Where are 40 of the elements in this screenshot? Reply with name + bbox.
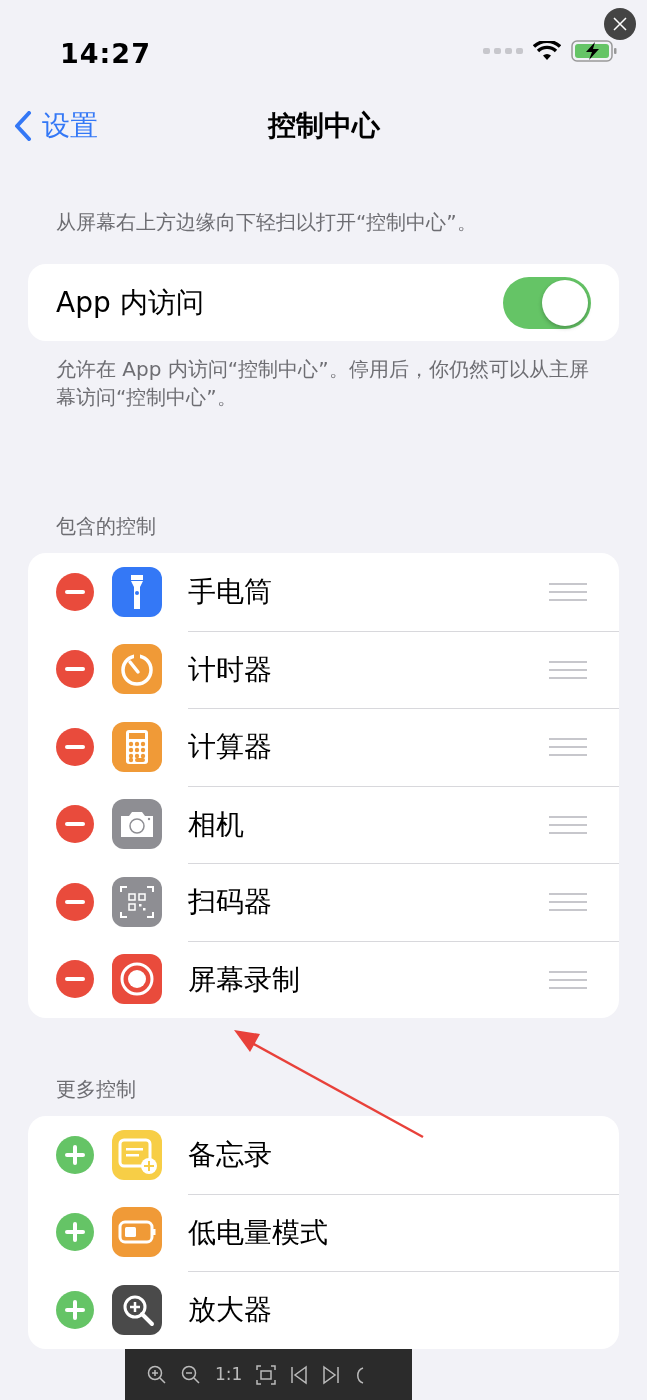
section-header: 更多控制	[55, 1076, 137, 1103]
battery-charging-icon	[571, 40, 617, 62]
fit-screen-icon[interactable]	[256, 1364, 277, 1385]
control-label: 放大器	[188, 1292, 272, 1329]
back-button[interactable]: 设置	[0, 105, 98, 147]
next-icon[interactable]	[322, 1364, 341, 1385]
close-icon	[613, 17, 627, 31]
close-button[interactable]	[604, 8, 636, 40]
zoom-in-icon[interactable]	[147, 1364, 167, 1385]
status-time: 14:27	[60, 37, 151, 71]
control-label: 手电筒	[188, 573, 272, 610]
control-label: 计算器	[188, 729, 272, 766]
back-chevron-icon	[14, 111, 32, 141]
setting-label: App 内访问	[56, 284, 204, 321]
remove-button[interactable]	[56, 960, 94, 999]
previous-icon[interactable]	[290, 1364, 309, 1385]
wifi-icon	[533, 41, 561, 61]
remove-button[interactable]	[56, 572, 94, 611]
intro-text: 从屏幕右上方边缘向下轻扫以打开“控制中心”。	[55, 209, 478, 236]
actual-size-button[interactable]: 1:1	[215, 1361, 243, 1388]
add-button[interactable]	[56, 1290, 94, 1329]
footnote-text: 允许在 App 内访问“控制中心”。停用后，你仍然可以从主屏幕访问“控制中心”。	[55, 356, 590, 411]
signal-icon	[483, 47, 523, 55]
add-button[interactable]	[56, 1213, 94, 1252]
rotate-icon[interactable]	[354, 1364, 365, 1385]
remove-button[interactable]	[56, 727, 94, 766]
control-label: 低电量模式	[188, 1214, 328, 1251]
control-label: 屏幕录制	[188, 961, 300, 998]
section-header: 包含的控制	[55, 513, 157, 540]
add-button[interactable]	[56, 1135, 94, 1174]
remove-button[interactable]	[56, 650, 94, 689]
toggle-switch[interactable]	[503, 276, 591, 329]
control-label: 相机	[188, 806, 244, 843]
control-label: 扫码器	[188, 884, 272, 921]
remove-button[interactable]	[56, 805, 94, 844]
control-label: 备忘录	[188, 1136, 272, 1173]
control-label: 计时器	[188, 651, 272, 688]
remove-button[interactable]	[56, 882, 94, 921]
zoom-out-icon[interactable]	[181, 1364, 201, 1385]
page-title: 控制中心	[267, 109, 380, 142]
